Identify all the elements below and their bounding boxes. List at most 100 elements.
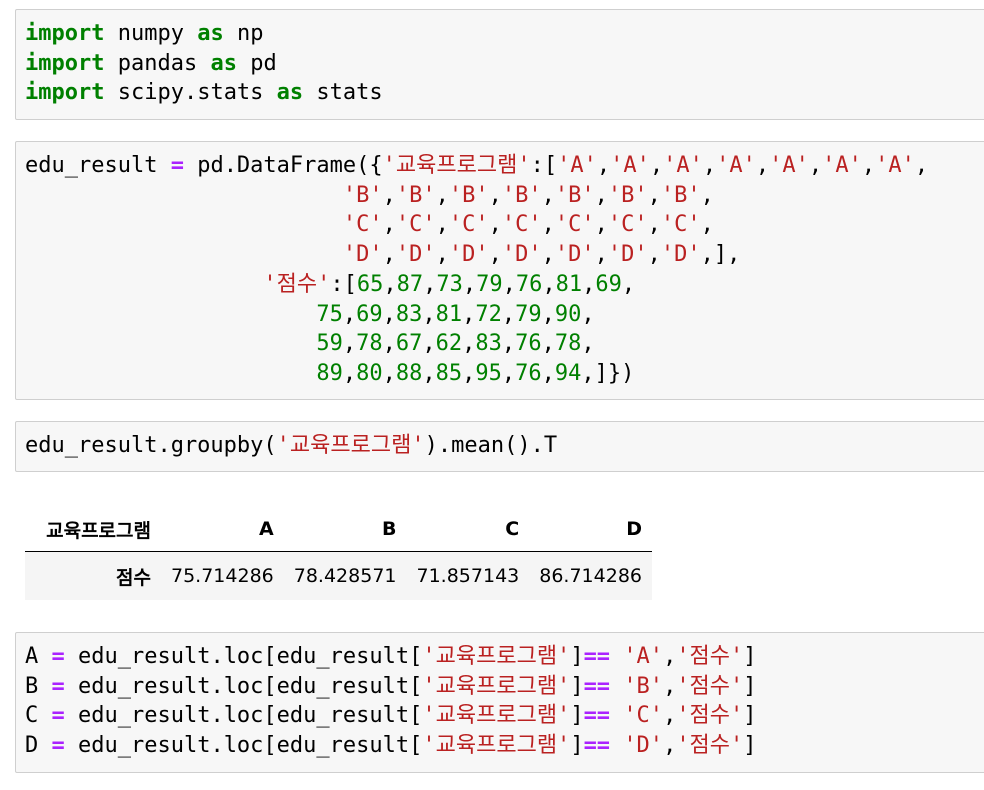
- score-value: 78: [356, 331, 383, 356]
- score-list-line: 89,80,88,85,95,76,94,: [316, 361, 594, 386]
- group-value: 'B': [623, 674, 663, 699]
- group-value: 'D': [396, 242, 436, 267]
- group-value: 'D': [608, 242, 648, 267]
- table-cell: 71.857143: [407, 552, 530, 601]
- score-value: 87: [397, 272, 424, 297]
- code-line: import numpy as np: [25, 21, 263, 46]
- code-editor[interactable]: edu_result.groupby('교육프로그램').mean().T: [16, 422, 984, 461]
- code-line: import pandas as pd: [25, 51, 277, 76]
- group-value: 'B': [502, 183, 542, 208]
- group-value: 'D': [343, 242, 383, 267]
- group-value: 'A': [875, 153, 915, 178]
- code-editor[interactable]: import numpy as np import pandas as pd i…: [16, 10, 984, 108]
- table-cell: 75.714286: [161, 552, 284, 601]
- code-editor[interactable]: edu_result = pd.DataFrame({'교육프로그램':['A'…: [16, 142, 984, 389]
- equality-operator: ==: [584, 674, 611, 699]
- score-value: 76: [516, 272, 543, 297]
- comma: ,: [663, 733, 676, 758]
- code-cell-imports[interactable]: import numpy as np import pandas as pd i…: [15, 9, 984, 120]
- score-value: 79: [476, 272, 503, 297]
- score-value: 59: [316, 331, 343, 356]
- code-line: import scipy.stats as stats: [25, 80, 383, 105]
- variable-name: D: [25, 733, 38, 758]
- bracket: ]: [570, 733, 583, 758]
- code-line: 'C','C','C','C','C','C','C',: [25, 212, 714, 237]
- column-header: B: [284, 507, 407, 552]
- score-value: 94: [555, 361, 582, 386]
- group-value: 'B': [449, 183, 489, 208]
- code-cell-loc[interactable]: A = edu_result.loc[edu_result['교육프로그램']=…: [15, 632, 984, 773]
- group-value: 'B': [343, 183, 383, 208]
- group-value: 'A': [623, 644, 663, 669]
- group-value: 'A': [769, 153, 809, 178]
- score-value: 81: [556, 272, 583, 297]
- group-value: 'C': [608, 212, 648, 237]
- comma: ,: [663, 644, 676, 669]
- code-cell-groupby[interactable]: edu_result.groupby('교육프로그램').mean().T: [15, 421, 984, 472]
- group-value: 'C': [623, 703, 663, 728]
- score-list-line: 59,78,67,62,83,76,78,: [316, 331, 594, 356]
- code-line: 'D','D','D','D','D','D','D',],: [25, 242, 740, 267]
- score-list-line: 75,69,83,81,72,79,90,: [316, 302, 594, 327]
- code-line: 59,78,67,62,83,76,78,: [25, 331, 595, 356]
- assign-operator: =: [52, 644, 65, 669]
- score-value: 65: [357, 272, 384, 297]
- loc-expression: edu_result.loc[edu_result[: [65, 703, 423, 728]
- score-value: 83: [396, 302, 423, 327]
- group-value: 'B': [661, 183, 701, 208]
- bracket: ]: [743, 674, 756, 699]
- score-value: 78: [555, 331, 582, 356]
- code-cell-dataframe[interactable]: edu_result = pd.DataFrame({'교육프로그램':['A'…: [15, 141, 984, 400]
- group-value: 'C': [555, 212, 595, 237]
- group-value: 'C': [343, 212, 383, 237]
- score-list-line: 65,87,73,79,76,81,69,: [357, 272, 635, 297]
- assign-operator: =: [52, 674, 65, 699]
- group-list-line: 'B','B','B','B','B','B','B',: [343, 183, 714, 208]
- score-value: 83: [475, 331, 502, 356]
- code-line: 89,80,88,85,95,76,94,]}): [25, 361, 634, 386]
- column-key: '교육프로그램': [422, 733, 570, 758]
- group-value: 'A': [822, 153, 862, 178]
- group-value: 'B': [396, 183, 436, 208]
- score-value: 88: [396, 361, 423, 386]
- code-line: C = edu_result.loc[edu_result['교육프로그램']=…: [25, 703, 757, 728]
- equality-operator: ==: [584, 644, 611, 669]
- code-line: A = edu_result.loc[edu_result['교육프로그램']=…: [25, 644, 757, 669]
- column-header: D: [529, 507, 652, 552]
- column-key: '교육프로그램': [422, 674, 570, 699]
- bracket: ]: [743, 644, 756, 669]
- code-line: B = edu_result.loc[edu_result['교육프로그램']=…: [25, 674, 757, 699]
- loc-expression: edu_result.loc[edu_result[: [65, 733, 423, 758]
- group-value: 'B': [608, 183, 648, 208]
- column-key: '교육프로그램': [422, 644, 570, 669]
- code-editor[interactable]: A = edu_result.loc[edu_result['교육프로그램']=…: [16, 633, 984, 761]
- group-value: 'A': [663, 153, 703, 178]
- cell-output: 교육프로그램 A B C D 점수 75.714286 78.428571 71…: [25, 507, 652, 600]
- score-value: 76: [515, 331, 542, 356]
- group-list-line: 'D','D','D','D','D','D','D',: [343, 242, 714, 267]
- bracket: ]: [743, 733, 756, 758]
- bracket: ]: [570, 674, 583, 699]
- table-cell: 86.714286: [529, 552, 652, 601]
- code-line: 'B','B','B','B','B','B','B',: [25, 183, 714, 208]
- group-list-line: 'A','A','A','A','A','A','A',: [557, 153, 928, 178]
- group-value: 'D': [449, 242, 489, 267]
- loc-expression: edu_result.loc[edu_result[: [65, 644, 423, 669]
- loc-expression: edu_result.loc[edu_result[: [65, 674, 423, 699]
- equality-operator: ==: [584, 703, 611, 728]
- assign-operator: =: [52, 733, 65, 758]
- group-value: 'C': [502, 212, 542, 237]
- table-row: 점수 75.714286 78.428571 71.857143 86.7142…: [25, 552, 652, 601]
- score-value: 67: [396, 331, 423, 356]
- group-value: 'A': [716, 153, 756, 178]
- score-value: 76: [515, 361, 542, 386]
- column-key: '점수': [676, 674, 743, 699]
- index-name-header: 교육프로그램: [25, 507, 161, 552]
- group-value: 'D': [502, 242, 542, 267]
- score-value: 62: [436, 331, 463, 356]
- score-value: 69: [356, 302, 383, 327]
- score-value: 81: [436, 302, 463, 327]
- bracket: ]: [570, 703, 583, 728]
- group-value: 'D': [623, 733, 663, 758]
- table-cell: 78.428571: [284, 552, 407, 601]
